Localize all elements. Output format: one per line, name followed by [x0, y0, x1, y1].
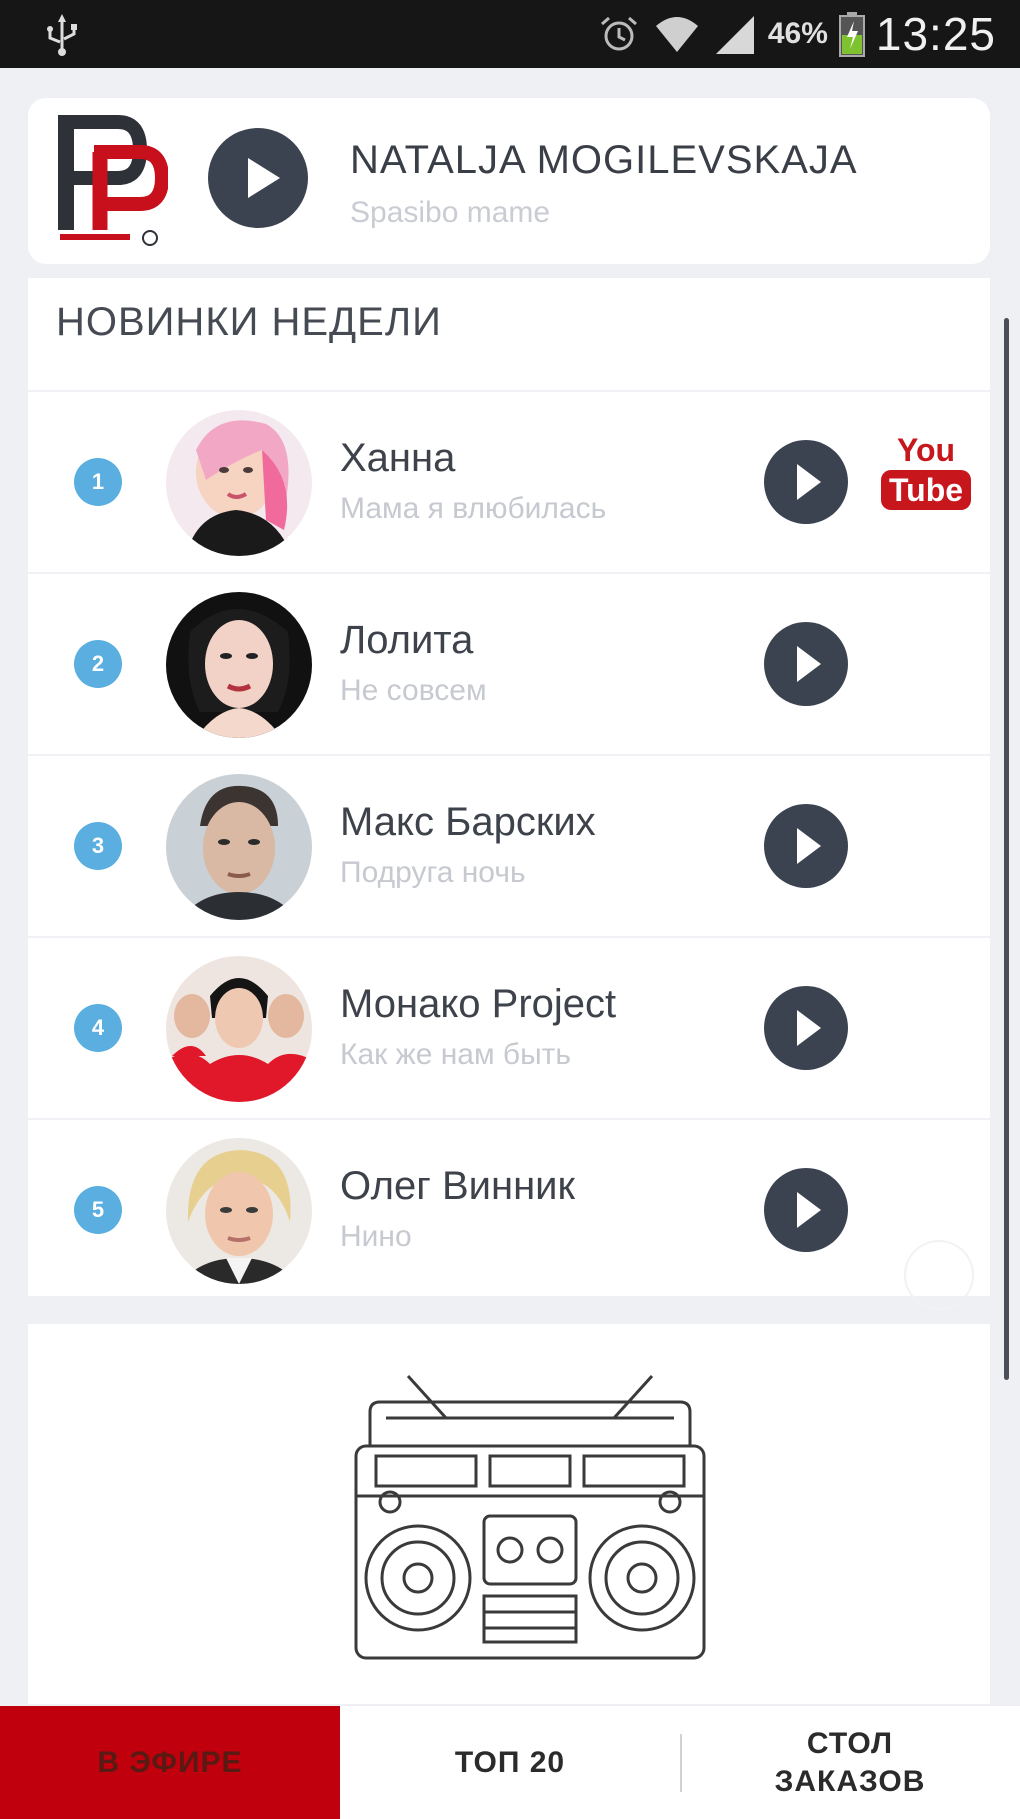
- list-item[interactable]: 5 Олег Винник Нино: [28, 1118, 990, 1298]
- clock: 13:25: [875, 8, 996, 60]
- list-item[interactable]: 4 Монако Project Как же нам быть: [28, 936, 990, 1116]
- radio-illustration-card: [28, 1324, 990, 1704]
- song-title: Как же нам быть: [340, 1038, 572, 1071]
- battery-icon: [838, 12, 865, 57]
- artist-name: Макс Барских: [340, 800, 596, 844]
- rank-badge: 4: [74, 1004, 122, 1052]
- artist-avatar: [166, 410, 312, 556]
- tab-request-desk[interactable]: СТОЛ ЗАКАЗОВ: [680, 1706, 1020, 1819]
- song-title: Не совсем: [340, 674, 487, 707]
- battery-percent: 46%: [767, 17, 828, 50]
- wifi-icon: [655, 17, 698, 52]
- artist-name: Лолита: [340, 618, 474, 662]
- play-button[interactable]: [764, 986, 848, 1070]
- now-playing-card: NATALJA MOGILEVSKAJA Spasibo mame: [28, 98, 990, 264]
- song-title: Подруга ночь: [340, 856, 526, 889]
- pp-radio-logo: [58, 115, 168, 246]
- tab-top20[interactable]: ТОП 20: [340, 1706, 680, 1819]
- artist-avatar: [166, 592, 312, 738]
- youtube-you-label: You: [896, 432, 956, 468]
- boombox-icon: [354, 1374, 706, 1660]
- list-item[interactable]: 2 Лолита Не совсем: [28, 572, 990, 752]
- rank-badge: 5: [74, 1186, 122, 1234]
- song-title: Нино: [340, 1220, 412, 1253]
- artist-avatar: [166, 1138, 312, 1284]
- artist-name: Монако Project: [340, 982, 617, 1026]
- week-new-releases-card: НОВИНКИ НЕДЕЛИ 1 Ханна Мама я влюбилась …: [28, 278, 990, 1296]
- artist-avatar: [166, 774, 312, 920]
- play-button[interactable]: [764, 622, 848, 706]
- usb-icon: [47, 14, 77, 56]
- bottom-navigation: В ЭФИРЕ ТОП 20 СТОЛ ЗАКАЗОВ: [0, 1706, 1020, 1819]
- artist-avatar: [166, 956, 312, 1102]
- youtube-button[interactable]: You Tube: [878, 432, 974, 528]
- rank-badge: 3: [74, 822, 122, 870]
- rank-badge: 2: [74, 640, 122, 688]
- youtube-tube-label: Tube: [880, 470, 972, 510]
- now-playing-artist: NATALJA MOGILEVSKAJA: [350, 138, 858, 182]
- now-playing-song: Spasibo mame: [350, 196, 551, 229]
- play-button[interactable]: [764, 440, 848, 524]
- tab-live[interactable]: В ЭФИРЕ: [0, 1706, 340, 1819]
- tab-request-desk-line1: СТОЛ: [806, 1726, 894, 1760]
- play-button[interactable]: [764, 804, 848, 888]
- status-bar: 46% 13:25: [0, 0, 1020, 68]
- alarm-icon: [600, 16, 637, 51]
- rank-badge: 1: [74, 458, 122, 506]
- scrollbar[interactable]: [1004, 318, 1009, 1380]
- artist-name: Ханна: [340, 436, 456, 480]
- signal-icon: [715, 16, 754, 54]
- list-item[interactable]: 1 Ханна Мама я влюбилась You Tube: [28, 390, 990, 570]
- main-play-button[interactable]: [208, 128, 308, 228]
- song-title: Мама я влюбилась: [340, 492, 607, 525]
- section-title: НОВИНКИ НЕДЕЛИ: [56, 300, 442, 344]
- artist-name: Олег Винник: [340, 1164, 575, 1208]
- list-item[interactable]: 3 Макс Барских Подруга ночь: [28, 754, 990, 934]
- tab-request-desk-line2: ЗАКАЗОВ: [774, 1764, 926, 1798]
- play-button[interactable]: [764, 1168, 848, 1252]
- floating-button[interactable]: [904, 1240, 974, 1310]
